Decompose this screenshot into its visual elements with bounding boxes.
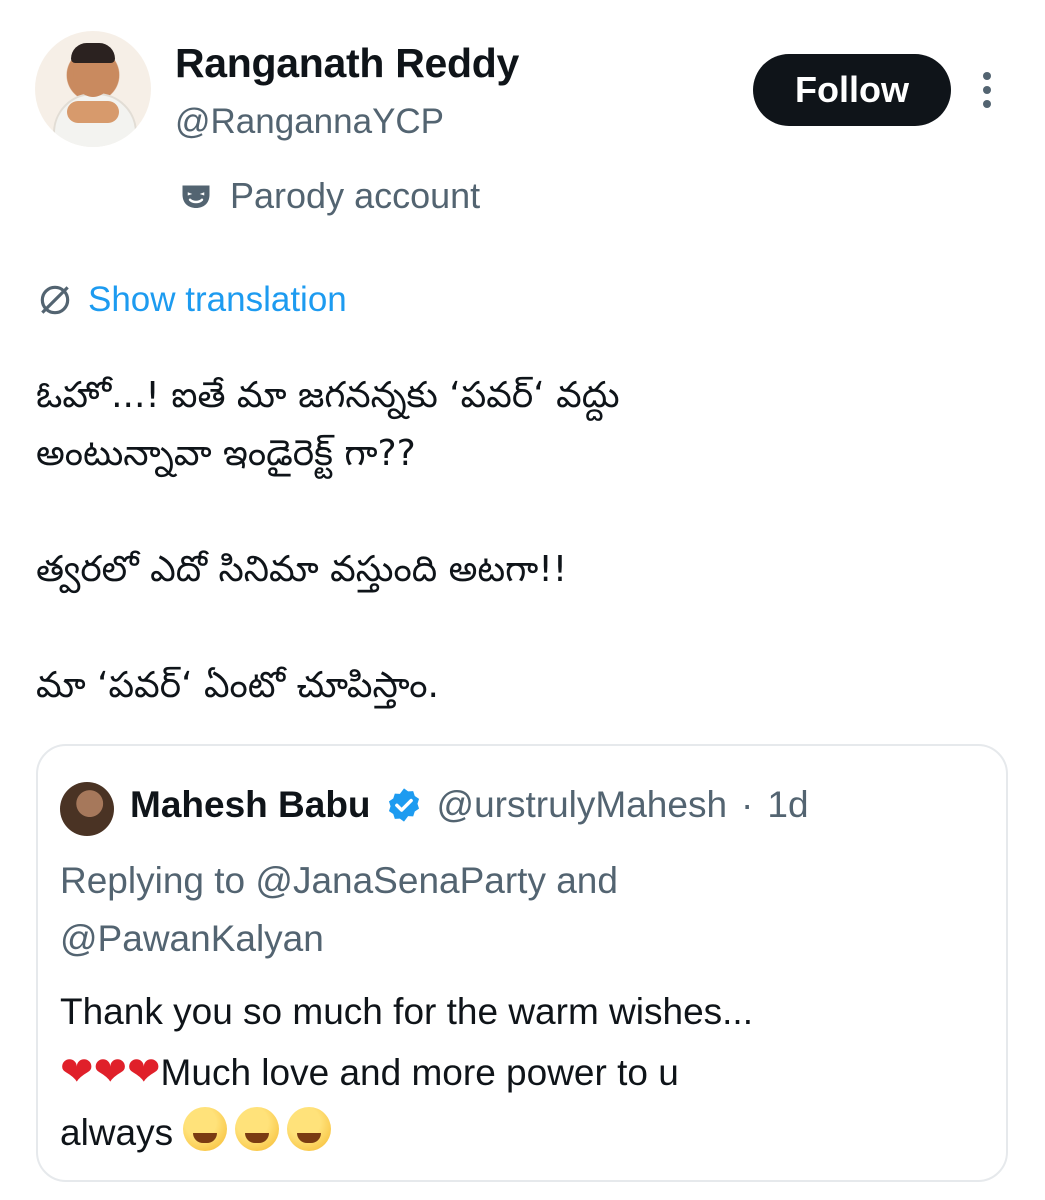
quoted-tweet-card[interactable]: Mahesh Babu @urstrulyMahesh · 1d Replyin…	[36, 744, 1008, 1182]
replying-to-line[interactable]: @PawanKalyan	[60, 910, 960, 968]
quoted-header: Mahesh Babu @urstrulyMahesh · 1d	[130, 784, 809, 826]
hugging-face-emoji-icon	[235, 1107, 280, 1151]
avatar-hair	[71, 43, 115, 63]
tweet-line: ఓహో...! ఐతే మా జగనన్నకు ‘పవర్‘ వద్దు	[36, 375, 620, 416]
quoted-tweet-text: Thank you so much for the warm wishes...…	[60, 982, 980, 1163]
mask-icon	[182, 185, 210, 208]
more-vertical-icon[interactable]	[975, 70, 999, 110]
quoted-author-name[interactable]: Mahesh Babu	[130, 784, 371, 826]
quoted-timestamp[interactable]: 1d	[767, 784, 808, 826]
quoted-text-line: Thank you so much for the warm wishes...	[60, 991, 753, 1032]
meta-separator: ·	[741, 784, 754, 825]
tweet-body: ఓహో...! ఐతే మా జగనన్నకు ‘పవర్‘ వద్దు అంట…	[36, 367, 996, 715]
replying-to: Replying to @JanaSenaParty and @PawanKal…	[60, 852, 960, 968]
author-avatar[interactable]	[35, 31, 151, 147]
quoted-author-handle[interactable]: @urstrulyMahesh	[437, 784, 728, 826]
author-handle[interactable]: @RangannaYCP	[175, 102, 444, 142]
parody-text: Parody account	[230, 175, 481, 216]
quoted-text-fragment: always	[60, 1112, 174, 1153]
author-name[interactable]: Ranganath Reddy	[175, 40, 519, 87]
quoted-text-line: always	[60, 1103, 980, 1163]
tweet-line: త్వరలో ఎదో సినిమా వస్తుంది అటగా!!	[36, 549, 568, 590]
verified-badge-icon	[388, 788, 419, 822]
tweet-line: మా ‘పవర్‘ ఏంటో చూపిస్తాం.	[36, 665, 439, 706]
quoted-author-avatar[interactable]	[60, 782, 114, 836]
replying-to-line[interactable]: Replying to @JanaSenaParty and	[60, 852, 960, 910]
hugging-face-emoji-icon	[287, 1107, 332, 1151]
follow-button[interactable]: Follow	[753, 54, 951, 126]
show-translation-link[interactable]: Show translation	[36, 280, 347, 320]
tweet-line: అంటున్నావా ఇండైరెక్ట్ గా??	[36, 433, 416, 474]
globe-icon	[40, 285, 70, 315]
heart-emoji-icons: ❤❤❤	[60, 1049, 161, 1095]
quoted-text-fragment: Much love and more power to u	[160, 1052, 679, 1093]
show-translation-label[interactable]: Show translation	[88, 280, 347, 320]
quoted-text-line: ❤❤❤Much love and more power to u	[60, 1042, 980, 1103]
parody-label: Parody account	[178, 175, 480, 217]
avatar-hands	[67, 101, 119, 123]
hugging-face-emoji-icon	[183, 1107, 228, 1151]
